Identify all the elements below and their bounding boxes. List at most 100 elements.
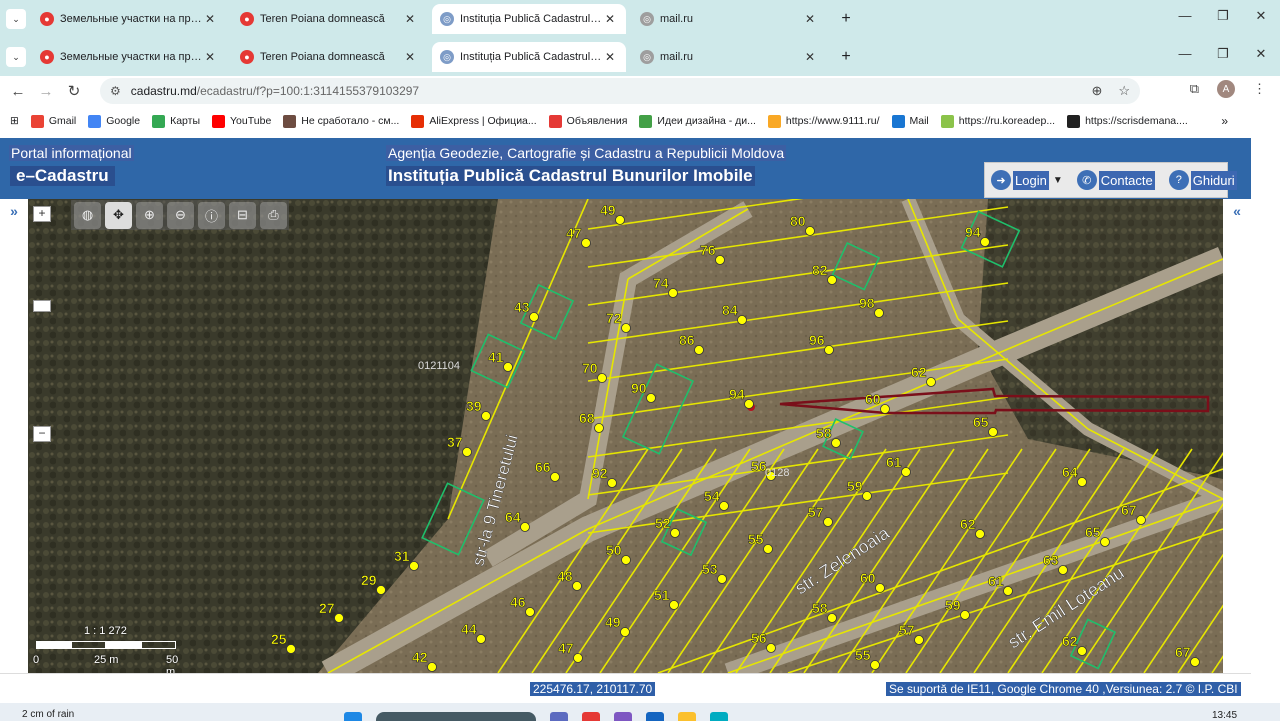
tab-4[interactable]: ◎ mail.ru ✕ <box>632 4 826 34</box>
parcel-number[interactable]: 47 <box>566 225 582 242</box>
parcel-point-marker[interactable] <box>594 423 604 433</box>
zoom-in-tool-icon[interactable]: ⊕ <box>136 201 163 229</box>
parcel-point-marker[interactable] <box>427 662 437 672</box>
close-window-icon[interactable]: ✕ <box>1242 38 1280 76</box>
parcel-point-marker[interactable] <box>597 373 607 383</box>
parcel-number[interactable]: 62 <box>960 516 976 533</box>
parcel-point-marker[interactable] <box>1100 537 1110 547</box>
parcel-number[interactable]: 57 <box>899 622 915 639</box>
parcel-point-marker[interactable] <box>988 427 998 437</box>
parcel-number[interactable]: 42 <box>412 649 428 666</box>
address-bar[interactable]: ⚙ cadastru.md/ecadastru/f?p=100:1:311415… <box>100 78 1140 104</box>
menu-kebab-icon[interactable]: ⋮ <box>1253 81 1266 97</box>
tab-2[interactable]: ● Teren Poiana domnească ✕ <box>232 4 426 34</box>
parcel-number[interactable]: 55 <box>855 647 871 664</box>
parcel-number[interactable]: 47 <box>558 640 574 657</box>
minimize-icon[interactable]: — <box>1166 0 1204 38</box>
expand-left-icon[interactable]: » <box>4 203 24 219</box>
forward-icon[interactable]: → <box>32 83 60 100</box>
parcel-number[interactable]: 65 <box>1085 524 1101 541</box>
guides-button[interactable]: ? Ghiduri <box>1168 167 1237 193</box>
parcel-point-marker[interactable] <box>572 581 582 591</box>
parcel-number[interactable]: 52 <box>655 515 671 532</box>
parcel-number[interactable]: 84 <box>722 302 738 319</box>
weather-widget[interactable]: 2 cm of rain <box>22 709 74 720</box>
parcel-point-marker[interactable] <box>719 501 729 511</box>
parcel-point-marker[interactable] <box>874 308 884 318</box>
parcel-number[interactable]: 96 <box>809 332 825 349</box>
parcel-point-marker[interactable] <box>744 399 754 409</box>
parcel-point-marker[interactable] <box>875 583 885 593</box>
parcel-number[interactable]: 58 <box>812 600 828 617</box>
tab-3-active[interactable]: ◎ Instituția Publică Cadastrul Bunu✕ <box>432 4 626 34</box>
tab-close-icon[interactable]: ✕ <box>202 50 218 64</box>
bookmark-item[interactable]: https://www.9111.ru/ <box>767 114 880 128</box>
parcel-point-marker[interactable] <box>581 238 591 248</box>
parcel-point-marker[interactable] <box>669 600 679 610</box>
parcel-number[interactable]: 90 <box>631 380 647 397</box>
app-icon[interactable] <box>614 712 632 721</box>
tab-close-icon[interactable]: ✕ <box>802 50 818 64</box>
parcel-point-marker[interactable] <box>670 528 680 538</box>
parcel-number[interactable]: 60 <box>865 391 881 408</box>
bookmark-item[interactable]: https://scrisdemana.... <box>1067 114 1188 128</box>
parcel-point-marker[interactable] <box>573 653 583 663</box>
tab-search-button[interactable]: ⌄ <box>6 47 26 67</box>
folder-icon[interactable] <box>678 712 696 721</box>
search-box[interactable] <box>376 712 536 721</box>
parcel-point-marker[interactable] <box>646 393 656 403</box>
bookmark-item[interactable]: Объявления <box>548 114 627 128</box>
bookmark-item[interactable]: Mail <box>891 114 929 128</box>
parcel-number[interactable]: 68 <box>579 410 595 427</box>
parcel-point-marker[interactable] <box>926 377 936 387</box>
tab-1[interactable]: ● Земельные участки на продаж ✕ <box>32 4 226 34</box>
parcel-point-marker[interactable] <box>823 517 833 527</box>
bookmark-item[interactable]: Не сработало - см... <box>283 114 399 128</box>
parcel-point-marker[interactable] <box>620 627 630 637</box>
parcel-point-marker[interactable] <box>827 613 837 623</box>
parcel-number[interactable]: 64 <box>505 509 521 526</box>
parcel-number[interactable]: 46 <box>510 594 526 611</box>
parcel-point-marker[interactable] <box>717 574 727 584</box>
parcel-point-marker[interactable] <box>737 315 747 325</box>
tab-search-button[interactable]: ⌄ <box>6 9 26 29</box>
restore-icon[interactable]: ❐ <box>1204 0 1242 38</box>
parcel-point-marker[interactable] <box>1077 477 1087 487</box>
back-icon[interactable]: ← <box>4 83 32 100</box>
bookmark-item[interactable]: Идеи дизайна - ди... <box>639 114 756 128</box>
tab-4[interactable]: ◎ mail.ru ✕ <box>632 42 826 72</box>
start-icon[interactable] <box>344 712 362 721</box>
contacts-button[interactable]: ✆ Contacte <box>1076 167 1155 193</box>
parcel-number[interactable]: 61 <box>988 573 1004 590</box>
bookmark-item[interactable]: Gmail <box>30 114 76 128</box>
parcel-point-marker[interactable] <box>462 447 472 457</box>
parcel-point-marker[interactable] <box>529 312 539 322</box>
parcel-point-marker[interactable] <box>975 529 985 539</box>
parcel-number[interactable]: 41 <box>488 349 504 366</box>
parcel-point-marker[interactable] <box>763 544 773 554</box>
parcel-point-marker[interactable] <box>607 478 617 488</box>
zoom-slider-handle[interactable] <box>33 300 51 312</box>
tab-2[interactable]: ● Teren Poiana domnească ✕ <box>232 42 426 72</box>
parcel-number[interactable]: 74 <box>653 275 669 292</box>
parcel-point-marker[interactable] <box>520 522 530 532</box>
map-canvas[interactable]: 49 47 80 94 76 82 43 74 98 84 72 41 86 96 70 90 94 62 39 60… <box>28 199 1223 673</box>
info-icon[interactable]: ⓘ <box>198 201 225 229</box>
tab-close-icon[interactable]: ✕ <box>802 12 818 26</box>
parcel-number[interactable]: 86 <box>679 332 695 349</box>
parcel-point-marker[interactable] <box>914 635 924 645</box>
parcel-point-marker[interactable] <box>409 561 419 571</box>
parcel-number[interactable]: 29 <box>361 572 377 589</box>
zoom-icon[interactable]: ⊕ <box>1091 83 1102 99</box>
parcel-point-marker[interactable] <box>1003 586 1013 596</box>
right-panel-toggle[interactable]: « <box>1223 199 1251 673</box>
parcel-point-marker[interactable] <box>824 345 834 355</box>
parcel-point-marker[interactable] <box>1190 657 1200 667</box>
parcel-number[interactable]: 57 <box>808 504 824 521</box>
parcel-point-marker[interactable] <box>831 438 841 448</box>
parcel-number[interactable]: 25 <box>271 631 287 648</box>
parcel-point-marker[interactable] <box>827 275 837 285</box>
zoom-out-tool-icon[interactable]: ⊖ <box>167 201 194 229</box>
parcel-number[interactable]: 72 <box>606 310 622 327</box>
print-icon[interactable]: ⎙ <box>260 201 287 229</box>
